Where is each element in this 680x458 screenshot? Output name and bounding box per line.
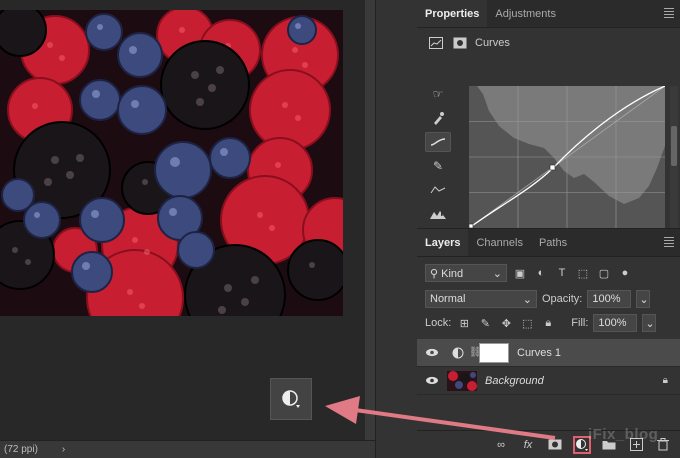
layers-menu-icon[interactable] bbox=[664, 237, 674, 247]
curve-point-tool-icon[interactable] bbox=[425, 132, 451, 152]
curves-adjustment-icon bbox=[447, 347, 469, 359]
link-icon[interactable]: ∞ bbox=[492, 436, 510, 454]
opacity-dropdown[interactable]: ⌄ bbox=[636, 290, 651, 308]
tab-properties[interactable]: Properties bbox=[417, 0, 488, 27]
lock-paint-icon[interactable]: ✎ bbox=[477, 315, 493, 331]
chevron-down-icon: ⌄ bbox=[639, 293, 649, 306]
curve-tools: ☞ ✎ bbox=[425, 84, 451, 224]
panel-dock-gutter bbox=[375, 0, 417, 458]
blend-mode-select[interactable]: Normal ⌄ bbox=[425, 290, 537, 308]
filter-type-icon[interactable]: T bbox=[554, 265, 570, 281]
layer-curves[interactable]: ⛓ Curves 1 bbox=[417, 339, 680, 367]
tab-channels[interactable]: Channels bbox=[468, 229, 530, 256]
status-bar: (72 ppi) › bbox=[0, 440, 375, 458]
tab-layers[interactable]: Layers bbox=[417, 229, 469, 256]
layer-mask-thumbnail[interactable] bbox=[479, 342, 509, 363]
curves-histogram bbox=[468, 85, 666, 229]
fill-dropdown[interactable]: ⌄ bbox=[642, 314, 657, 332]
clip-warning-icon[interactable] bbox=[425, 204, 451, 224]
floating-adjustment-button[interactable] bbox=[270, 378, 312, 420]
lock-all-icon[interactable]: 🔒︎ bbox=[540, 315, 556, 331]
chain-link-icon[interactable]: ⛓ bbox=[469, 347, 482, 358]
photoshop-window: (72 ppi) › Properties Adjustments Curves… bbox=[0, 0, 680, 458]
hand-scrub-icon[interactable]: ☞ bbox=[425, 84, 451, 104]
properties-scrollbar[interactable] bbox=[670, 86, 678, 228]
adjustment-layer-icon bbox=[282, 390, 300, 408]
opacity-label: Opacity: bbox=[542, 293, 583, 305]
canvas-area[interactable] bbox=[0, 0, 375, 458]
lock-artboard-icon[interactable]: ⬚ bbox=[519, 315, 535, 331]
lock-transparent-icon[interactable]: ⊞ bbox=[456, 315, 472, 331]
layer-background[interactable]: Background 🔒︎ bbox=[417, 367, 680, 395]
filter-toggle-icon[interactable]: ● bbox=[617, 265, 633, 281]
mask-icon[interactable] bbox=[546, 436, 564, 454]
layers-tabbar: Layers Channels Paths bbox=[417, 229, 680, 257]
layer-filter-row: ⚲ Kind ⌄ ▣ ◐ T ⬚ ▢ ● bbox=[417, 261, 680, 285]
search-icon: ⚲ bbox=[430, 267, 439, 280]
opacity-input[interactable]: 100% bbox=[587, 290, 632, 308]
curves-graph[interactable] bbox=[468, 85, 666, 229]
watermark: iFix_blog bbox=[588, 426, 659, 443]
chevron-down-icon: ⌄ bbox=[645, 317, 655, 330]
blend-row: Normal ⌄ Opacity: 100% ⌄ bbox=[417, 287, 680, 311]
properties-panel: Curves ☞ ✎ bbox=[417, 28, 680, 258]
filter-kind-select[interactable]: ⚲ Kind ⌄ bbox=[425, 264, 507, 282]
fill-value: 100% bbox=[598, 317, 627, 329]
canvas-scrollbar[interactable] bbox=[365, 0, 375, 458]
berries-canvas-image[interactable] bbox=[0, 10, 343, 316]
berries-photo bbox=[0, 10, 343, 316]
smooth-icon[interactable] bbox=[425, 180, 451, 200]
chevron-down-icon: ⌄ bbox=[492, 267, 502, 280]
layers-panel: Layers Channels Paths ⚲ Kind ⌄ ▣ ◐ T ⬚ ▢ … bbox=[417, 228, 680, 458]
properties-tabbar: Properties Adjustments bbox=[417, 0, 680, 28]
visibility-icon[interactable] bbox=[417, 376, 447, 385]
background-thumbnail[interactable] bbox=[447, 370, 477, 391]
ppi-readout: (72 ppi) bbox=[4, 444, 38, 455]
eyedropper-icon[interactable] bbox=[425, 108, 451, 128]
visibility-icon[interactable] bbox=[417, 348, 447, 357]
right-panels: Properties Adjustments Curves ☞ ✎ Layers… bbox=[417, 0, 680, 458]
tab-adjustments[interactable]: Adjustments bbox=[487, 0, 564, 27]
adjustments-panel-icon bbox=[427, 35, 445, 51]
fx-icon[interactable]: fx bbox=[519, 436, 537, 454]
filter-smart-object-icon[interactable]: ▢ bbox=[596, 265, 612, 281]
filter-pixel-icon[interactable]: ▣ bbox=[512, 265, 528, 281]
layer-mask-icon[interactable] bbox=[451, 35, 469, 51]
fill-label: Fill: bbox=[571, 317, 589, 329]
pencil-icon[interactable]: ✎ bbox=[425, 156, 451, 176]
filter-shape-icon[interactable]: ⬚ bbox=[575, 265, 591, 281]
opacity-value: 100% bbox=[592, 293, 621, 305]
properties-menu-icon[interactable] bbox=[664, 8, 674, 18]
lock-icon: 🔒︎ bbox=[662, 375, 668, 386]
status-chevron[interactable]: › bbox=[62, 444, 65, 455]
layer-name-background[interactable]: Background bbox=[485, 375, 544, 387]
chevron-down-icon: ⌄ bbox=[522, 293, 532, 306]
layer-name-curves[interactable]: Curves 1 bbox=[517, 347, 561, 359]
blend-mode-value: Normal bbox=[430, 293, 466, 305]
filter-adjustment-icon[interactable]: ◐ bbox=[533, 265, 549, 281]
fill-input[interactable]: 100% bbox=[593, 314, 638, 332]
lock-label: Lock: bbox=[425, 317, 452, 329]
properties-header: Curves bbox=[417, 28, 680, 58]
tab-paths[interactable]: Paths bbox=[531, 229, 575, 256]
properties-title: Curves bbox=[475, 37, 510, 49]
lock-row: Lock: ⊞ ✎ ✥ ⬚ 🔒︎ Fill: 100% ⌄ bbox=[417, 311, 680, 335]
lock-move-icon[interactable]: ✥ bbox=[498, 315, 514, 331]
filter-kind-value: Kind bbox=[441, 267, 464, 280]
